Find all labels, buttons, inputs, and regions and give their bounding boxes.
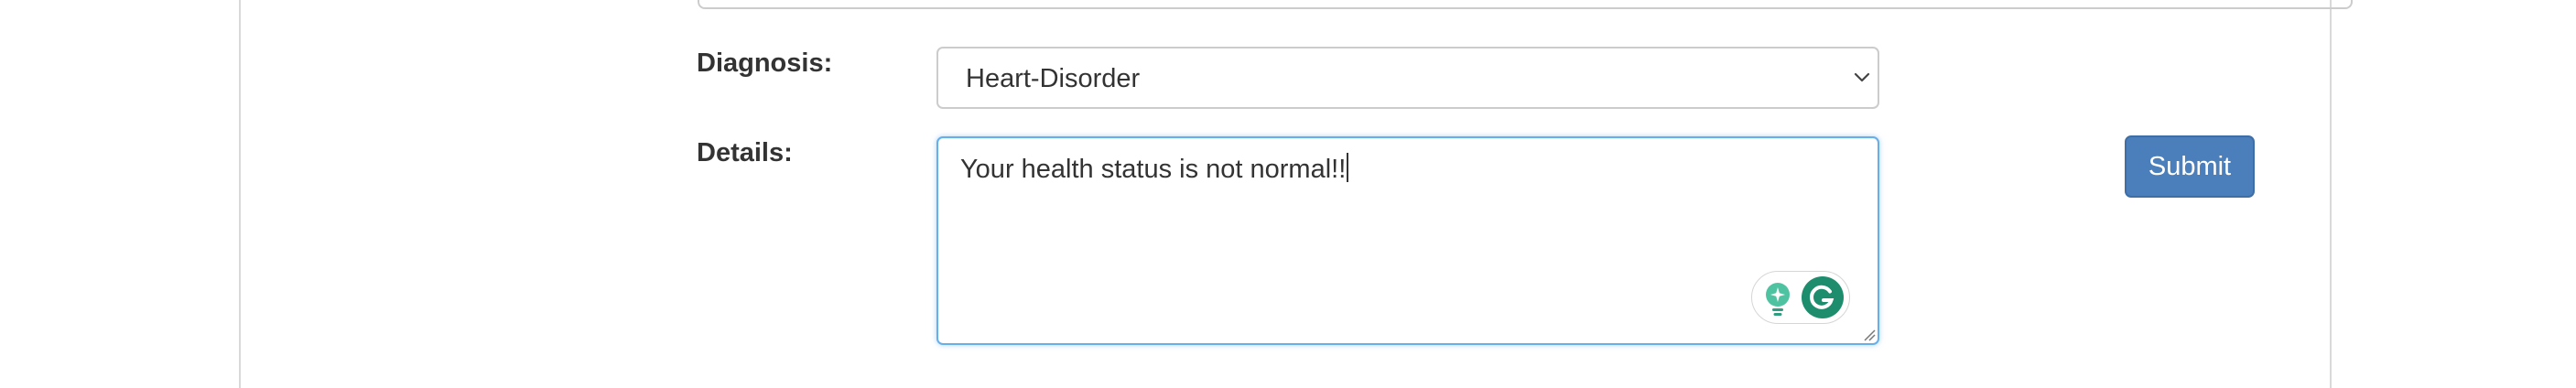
diagnosis-select[interactable]: Heart-Disorder [936, 47, 1879, 109]
text-caret [1347, 153, 1349, 182]
grammarly-widget[interactable] [1751, 271, 1850, 324]
previous-field-bottom-edge[interactable] [698, 0, 2353, 9]
lightbulb-icon[interactable] [1761, 281, 1794, 318]
form-panel: Diagnosis: Heart-Disorder Details: Your … [239, 0, 2353, 388]
submit-button[interactable]: Submit [2125, 135, 2255, 198]
resize-handle-icon[interactable] [1861, 327, 1876, 341]
grammarly-g-icon[interactable] [1802, 276, 1844, 318]
details-textarea[interactable]: Your health status is not normal!! [936, 136, 1879, 345]
diagnosis-selected-value: Heart-Disorder [966, 64, 1141, 93]
chevron-down-icon [1854, 72, 1870, 82]
details-label: Details: [697, 138, 793, 167]
diagnosis-label: Diagnosis: [697, 48, 833, 78]
details-text: Your health status is not normal!! [960, 153, 1349, 185]
